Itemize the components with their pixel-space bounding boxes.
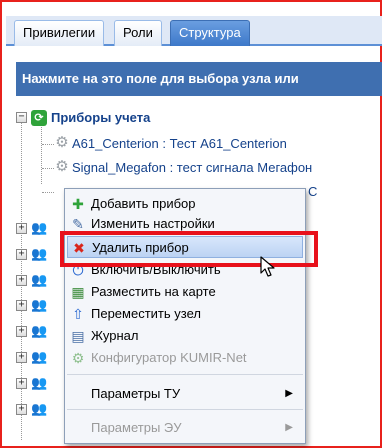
menu-item-label: Журнал <box>91 328 139 343</box>
tree-branch <box>42 168 54 169</box>
menu-item-label: Параметры ЭУ <box>91 420 182 435</box>
tab-privileges[interactable]: Привилегии <box>14 20 105 46</box>
menu-item-label: Конфигуратор KUMIR-Net <box>91 350 247 365</box>
menu-item-eu-params: Параметры ЭУ ▶ <box>67 417 303 439</box>
users-group-icon: 👥 <box>31 272 48 287</box>
tree-branch <box>42 192 54 193</box>
tree-guide-line <box>41 124 42 184</box>
edit-doc-icon: ✎ <box>72 216 84 232</box>
group-expander[interactable]: + <box>16 249 27 260</box>
tab-bar: Привилегии Роли Структура <box>6 16 382 46</box>
menu-item-tu-params[interactable]: Параметры ТУ ▶ <box>67 383 303 405</box>
menu-item-move-node[interactable]: ⇧ Переместить узел <box>67 303 303 325</box>
meters-root-icon: ⟳ <box>31 110 47 126</box>
tree-root-label[interactable]: Приборы учета <box>51 110 150 125</box>
select-node-header[interactable]: Нажмите на это поле для выбора узла или <box>16 62 382 96</box>
submenu-arrow-icon: ▶ <box>285 422 293 433</box>
group-expander[interactable]: + <box>16 326 27 337</box>
move-up-icon: ⇧ <box>72 306 84 322</box>
map-icon: ▦ <box>71 284 85 300</box>
tree-item-device[interactable]: A61_Centerion : Тест A61_Centerion <box>72 136 287 151</box>
menu-item-journal[interactable]: ▤ Журнал <box>67 325 303 347</box>
group-expander[interactable]: + <box>16 275 27 286</box>
menu-item-label: Переместить узел <box>91 306 201 321</box>
group-expander[interactable]: + <box>16 378 27 389</box>
tree-item-device[interactable]: С <box>308 184 317 199</box>
menu-separator <box>67 409 303 410</box>
users-group-icon: 👥 <box>31 401 48 416</box>
context-menu: ✚ Добавить прибор ✎ Изменить настройки ✖… <box>64 188 306 444</box>
menu-item-label: Добавить прибор <box>91 196 196 211</box>
users-group-icon: 👥 <box>31 323 48 338</box>
menu-item-configurator: ⚙ Конфигуратор KUMIR-Net <box>67 347 303 369</box>
mouse-pointer-icon <box>260 256 275 277</box>
group-expander[interactable]: + <box>16 404 27 415</box>
users-group-icon: 👥 <box>31 220 48 235</box>
users-group-icon: 👥 <box>31 246 48 261</box>
menu-item-add-device[interactable]: ✚ Добавить прибор <box>67 193 303 215</box>
tab-roles[interactable]: Роли <box>114 20 162 46</box>
menu-separator <box>67 374 303 375</box>
root-expander[interactable]: − <box>16 112 27 123</box>
tree-branch <box>42 144 54 145</box>
group-expander[interactable]: + <box>16 352 27 363</box>
highlight-annotation-box <box>60 231 318 267</box>
users-group-icon: 👥 <box>31 349 48 364</box>
plus-icon: ✚ <box>72 196 84 212</box>
group-expander[interactable]: + <box>16 300 27 311</box>
window-frame: Привилегии Роли Структура Нажмите на это… <box>0 0 382 448</box>
menu-item-label: Разместить на карте <box>91 284 216 299</box>
tab-structure[interactable]: Структура <box>170 20 250 46</box>
submenu-arrow-icon: ▶ <box>285 388 293 399</box>
group-expander[interactable]: + <box>16 223 27 234</box>
config-icon: ⚙ <box>71 350 85 366</box>
device-gear-icon: ⚙ <box>55 134 69 151</box>
users-group-icon: 👥 <box>31 375 48 390</box>
journal-icon: ▤ <box>71 328 85 344</box>
menu-item-place-on-map[interactable]: ▦ Разместить на карте <box>67 281 303 303</box>
users-group-icon: 👥 <box>31 297 48 312</box>
tree-item-device[interactable]: Signal_Megafon : тест сигнала Мегафон <box>72 160 312 175</box>
menu-item-label: Параметры ТУ <box>91 386 181 401</box>
device-gear-icon: ⚙ <box>55 158 69 175</box>
